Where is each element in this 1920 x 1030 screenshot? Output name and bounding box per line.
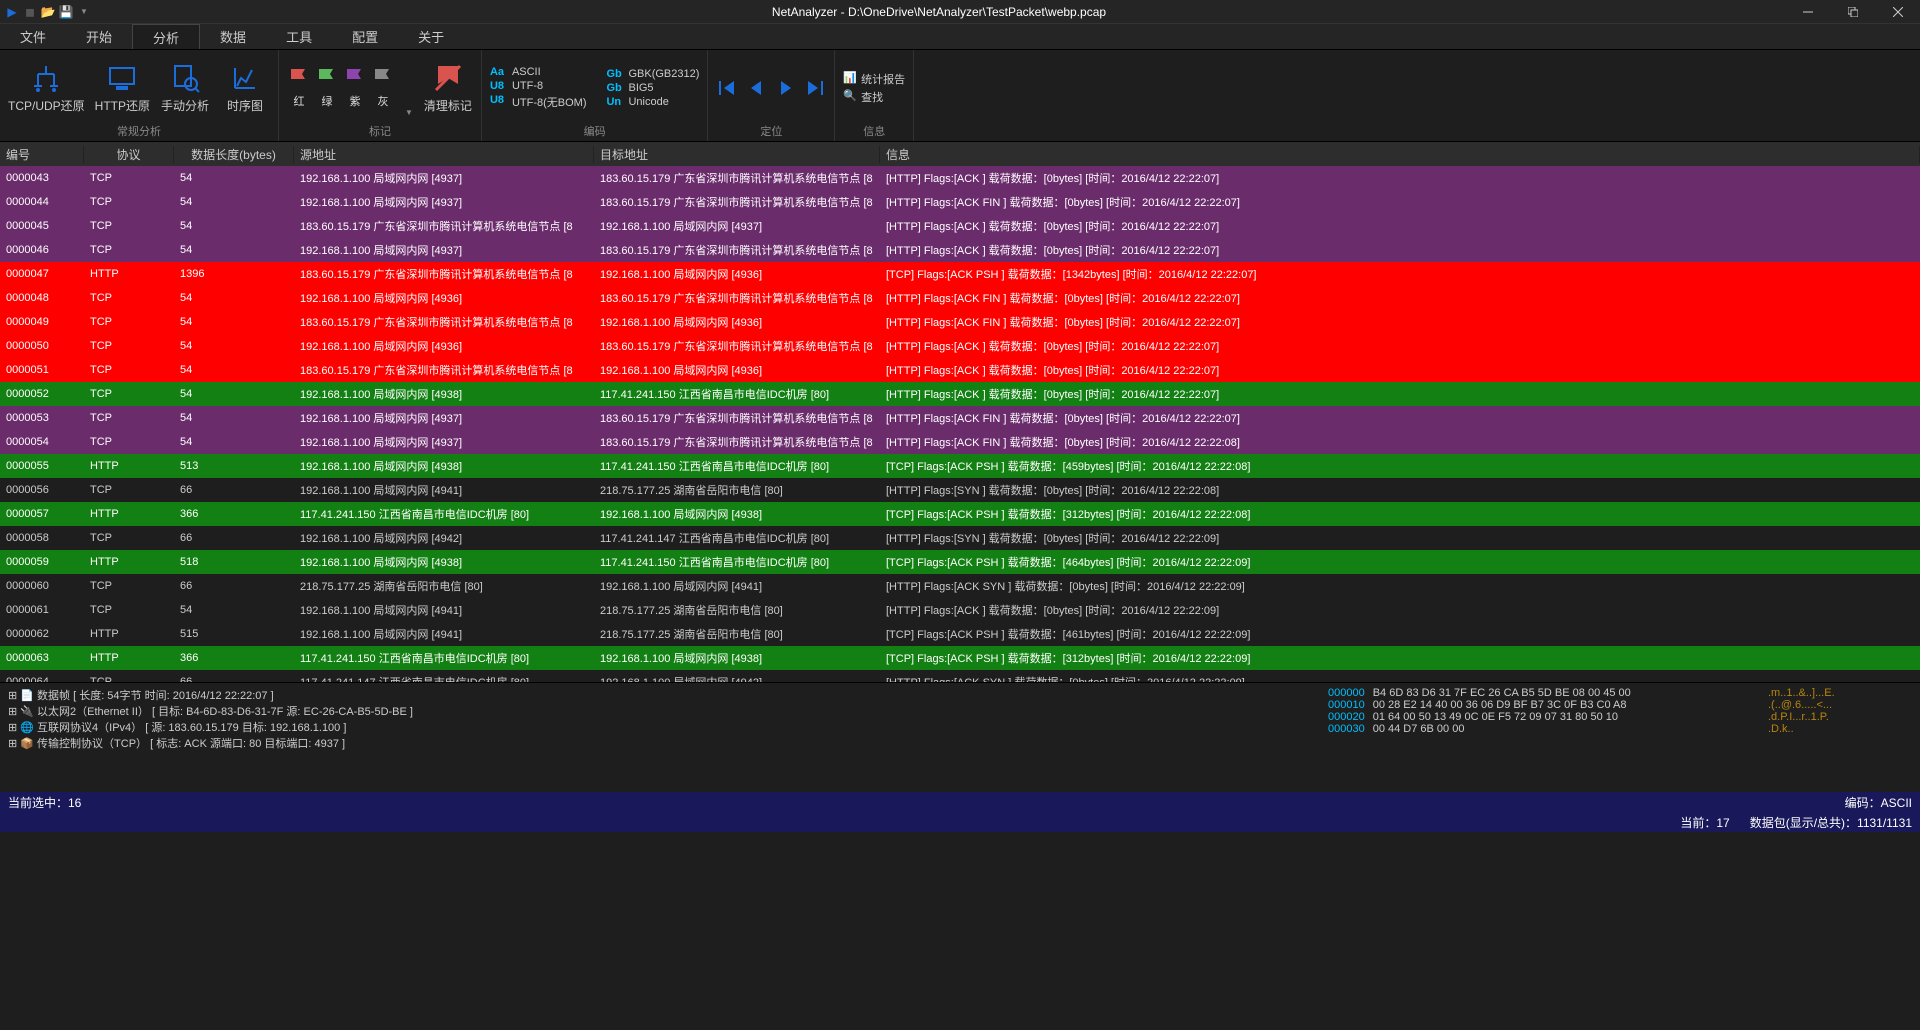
analysis-1[interactable]: HTTP还原	[95, 62, 150, 114]
table-row[interactable]: 0000056TCP66192.168.1.100 局域网内网 [4941]21…	[0, 478, 1920, 502]
table-row[interactable]: 0000064TCP66117.41.241.147 江西省南昌市电信IDC机房…	[0, 670, 1920, 682]
col-header-2[interactable]: 数据长度(bytes)	[174, 146, 294, 163]
table-row[interactable]: 0000050TCP54192.168.1.100 局域网内网 [4936]18…	[0, 334, 1920, 358]
stop-icon[interactable]: ◼	[22, 4, 38, 20]
ascii-line: .(..@.6.....<...	[1768, 699, 1912, 711]
ribbon-group-info: 📊统计报告🔍查找 信息	[835, 50, 914, 141]
menu-tab-2[interactable]: 分析	[132, 24, 200, 49]
table-row[interactable]: 0000054TCP54192.168.1.100 局域网内网 [4937]18…	[0, 430, 1920, 454]
ribbon-group-encoding: AaASCII U8UTF-8 U8UTF-8(无BOM) GbGBK(GB2312)…	[482, 50, 708, 141]
flag-灰[interactable]: 灰	[371, 67, 395, 109]
ascii-view: .m..1..&..]...E..(..@.6.....<....d.P.I..…	[1760, 683, 1920, 792]
table-row[interactable]: 0000051TCP54183.60.15.179 广东省深圳市腾讯计算机系统电…	[0, 358, 1920, 382]
window-title: NetAnalyzer - D:\OneDrive\NetAnalyzer\Te…	[772, 5, 1106, 19]
close-button[interactable]	[1876, 0, 1920, 24]
detail-panes: ⊞ 📄 数据帧 [ 长度: 54字节 时间: 2016/4/12 22:22:0…	[0, 682, 1920, 792]
hex-view[interactable]: 000000B4 6D 83 D6 31 7F EC 26 CA B5 5D B…	[1320, 683, 1760, 792]
info-item-1[interactable]: 🔍查找	[843, 89, 905, 105]
encoding-0-0[interactable]: AaASCII	[490, 66, 587, 78]
col-header-0[interactable]: 编号	[0, 146, 84, 163]
tree-node[interactable]: ⊞ 📦 传输控制协议（TCP） [ 标志: ACK 源端口: 80 目标端口: …	[8, 735, 1312, 751]
ribbon-group-mark: 红绿紫灰 ▼ 清理标记 标记	[279, 50, 482, 141]
table-row[interactable]: 0000053TCP54192.168.1.100 局域网内网 [4937]18…	[0, 406, 1920, 430]
table-row[interactable]: 0000061TCP54192.168.1.100 局域网内网 [4941]21…	[0, 598, 1920, 622]
col-header-5[interactable]: 信息	[880, 146, 1920, 163]
status-count: 数据包(显示/总共)：1131/1131	[1750, 816, 1912, 830]
table-body[interactable]: 0000043TCP54192.168.1.100 局域网内网 [4937]18…	[0, 166, 1920, 682]
ascii-line: .m..1..&..]...E.	[1768, 687, 1912, 699]
status-encoding: 编码：ASCII	[1845, 794, 1912, 811]
status-bar-upper: 当前选中：16 编码：ASCII	[0, 792, 1920, 812]
encoding-0-2[interactable]: U8UTF-8(无BOM)	[490, 94, 587, 110]
encoding-1-0[interactable]: GbGBK(GB2312)	[606, 68, 699, 80]
flag-红[interactable]: 红	[287, 67, 311, 109]
minimize-button[interactable]	[1786, 0, 1830, 24]
hex-line[interactable]: 00002001 64 00 50 13 49 0C 0E F5 72 09 0…	[1328, 711, 1752, 723]
table-row[interactable]: 0000047HTTP1396183.60.15.179 广东省深圳市腾讯计算机…	[0, 262, 1920, 286]
analysis-2[interactable]: 手动分析	[160, 62, 210, 114]
encoding-0-1[interactable]: U8UTF-8	[490, 80, 587, 92]
table-row[interactable]: 0000055HTTP513192.168.1.100 局域网内网 [4938]…	[0, 454, 1920, 478]
col-header-1[interactable]: 协议	[84, 146, 174, 163]
open-folder-icon[interactable]: 📂	[40, 4, 56, 20]
table-row[interactable]: 0000043TCP54192.168.1.100 局域网内网 [4937]18…	[0, 166, 1920, 190]
tree-node[interactable]: ⊞ 🔌 以太网2（Ethernet II） [ 目标: B4-6D-83-D6-…	[8, 703, 1312, 719]
clear-mark-button[interactable]: 清理标记	[423, 62, 473, 114]
table-row[interactable]: 0000058TCP66192.168.1.100 局域网内网 [4942]11…	[0, 526, 1920, 550]
menu-tab-6[interactable]: 关于	[398, 24, 464, 49]
encoding-1-1[interactable]: GbBIG5	[606, 82, 699, 94]
analysis-0[interactable]: TCP/UDP还原	[8, 62, 85, 114]
table-row[interactable]: 0000046TCP54192.168.1.100 局域网内网 [4937]18…	[0, 238, 1920, 262]
table-row[interactable]: 0000045TCP54183.60.15.179 广东省深圳市腾讯计算机系统电…	[0, 214, 1920, 238]
menu-tab-5[interactable]: 配置	[332, 24, 398, 49]
status-selection: 当前选中：16	[8, 794, 81, 811]
table-row[interactable]: 0000049TCP54183.60.15.179 广东省深圳市腾讯计算机系统电…	[0, 310, 1920, 334]
save-icon[interactable]: 💾	[58, 4, 74, 20]
hex-line[interactable]: 000000B4 6D 83 D6 31 7F EC 26 CA B5 5D B…	[1328, 687, 1752, 699]
ribbon-group-locate: 定位	[708, 50, 835, 141]
table-row[interactable]: 0000048TCP54192.168.1.100 局域网内网 [4936]18…	[0, 286, 1920, 310]
table-row[interactable]: 0000060TCP66218.75.177.25 湖南省岳阳市电信 [80]1…	[0, 574, 1920, 598]
menubar: 文件开始分析数据工具配置关于	[0, 24, 1920, 50]
ribbon: TCP/UDP还原HTTP还原手动分析时序图 常规分析 红绿紫灰 ▼ 清理标记 …	[0, 50, 1920, 142]
status-current: 当前：17	[1680, 816, 1729, 830]
table-row[interactable]: 0000063HTTP366117.41.241.150 江西省南昌市电信IDC…	[0, 646, 1920, 670]
flag-dropdown-icon[interactable]: ▼	[405, 108, 413, 121]
table-header: 编号协议数据长度(bytes)源地址目标地址信息	[0, 142, 1920, 166]
encoding-1-2[interactable]: UnUnicode	[606, 96, 699, 108]
menu-tab-3[interactable]: 数据	[200, 24, 266, 49]
status-bar-lower: 当前：17 数据包(显示/总共)：1131/1131	[0, 812, 1920, 832]
play-icon[interactable]: ▶	[4, 4, 20, 20]
nav-last-icon[interactable]	[806, 78, 826, 98]
menu-tab-4[interactable]: 工具	[266, 24, 332, 49]
hex-line[interactable]: 00001000 28 E2 14 40 00 36 06 D9 BF B7 3…	[1328, 699, 1752, 711]
nav-next-icon[interactable]	[776, 78, 796, 98]
table-row[interactable]: 0000059HTTP518192.168.1.100 局域网内网 [4938]…	[0, 550, 1920, 574]
analysis-3[interactable]: 时序图	[220, 62, 270, 114]
maximize-button[interactable]	[1831, 0, 1875, 24]
nav-prev-icon[interactable]	[746, 78, 766, 98]
packet-table: 编号协议数据长度(bytes)源地址目标地址信息 0000043TCP54192…	[0, 142, 1920, 682]
col-header-4[interactable]: 目标地址	[594, 146, 880, 163]
dropdown-icon[interactable]: ▼	[76, 4, 92, 20]
ascii-line: .D.k..	[1768, 723, 1912, 735]
table-row[interactable]: 0000057HTTP366117.41.241.150 江西省南昌市电信IDC…	[0, 502, 1920, 526]
menu-tab-1[interactable]: 开始	[66, 24, 132, 49]
hex-line[interactable]: 00003000 44 D7 6B 00 00	[1328, 723, 1752, 735]
flag-紫[interactable]: 紫	[343, 67, 367, 109]
titlebar: ▶ ◼ 📂 💾 ▼ NetAnalyzer - D:\OneDrive\NetA…	[0, 0, 1920, 24]
packet-tree[interactable]: ⊞ 📄 数据帧 [ 长度: 54字节 时间: 2016/4/12 22:22:0…	[0, 683, 1320, 792]
ascii-line: .d.P.I...r..1.P.	[1768, 711, 1912, 723]
col-header-3[interactable]: 源地址	[294, 146, 594, 163]
ribbon-group-analysis: TCP/UDP还原HTTP还原手动分析时序图 常规分析	[0, 50, 279, 141]
info-item-0[interactable]: 📊统计报告	[843, 71, 905, 87]
table-row[interactable]: 0000044TCP54192.168.1.100 局域网内网 [4937]18…	[0, 190, 1920, 214]
table-row[interactable]: 0000052TCP54192.168.1.100 局域网内网 [4938]11…	[0, 382, 1920, 406]
flag-绿[interactable]: 绿	[315, 67, 339, 109]
tree-node[interactable]: ⊞ 📄 数据帧 [ 长度: 54字节 时间: 2016/4/12 22:22:0…	[8, 687, 1312, 703]
tree-node[interactable]: ⊞ 🌐 互联网协议4（IPv4） [ 源: 183.60.15.179 目标: …	[8, 719, 1312, 735]
nav-first-icon[interactable]	[716, 78, 736, 98]
table-row[interactable]: 0000062HTTP515192.168.1.100 局域网内网 [4941]…	[0, 622, 1920, 646]
menu-tab-0[interactable]: 文件	[0, 24, 66, 49]
